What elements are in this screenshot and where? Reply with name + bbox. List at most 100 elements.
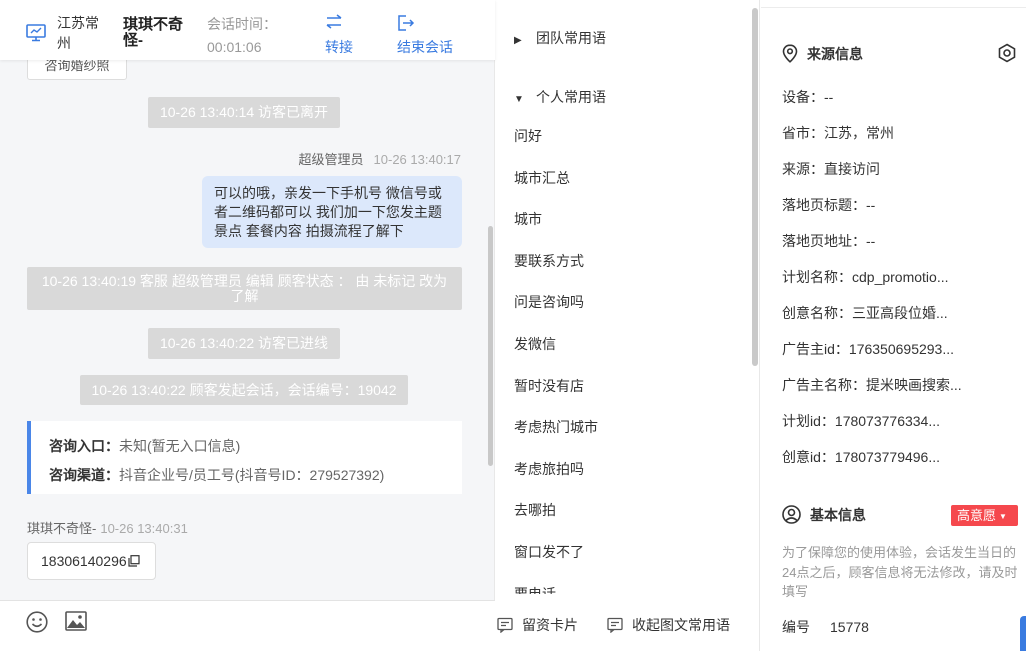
chat-scrollbar[interactable] — [488, 226, 493, 466]
system-note-visitor-online: 10-26 13:40:22 访客已进线 — [148, 328, 340, 359]
caret-down-icon: ▼ — [999, 512, 1007, 521]
copy-icon[interactable] — [128, 544, 140, 567]
source-info-title: 来源信息 — [782, 44, 863, 64]
phrase-item[interactable]: 城市 — [514, 199, 744, 241]
source-info-label: 来源信息 — [807, 46, 863, 62]
source-row-origin: 来源：直接访问 — [782, 151, 1022, 187]
system-note-session-start: 10-26 13:40:22 顾客发起会话，会话编号：19042 — [80, 375, 408, 405]
source-row-creative-id: 创意id：178073779496... — [782, 439, 1022, 475]
phrase-item[interactable]: 要联系方式 — [514, 241, 744, 283]
phrase-toolbar: 留资卡片 收起图文常用语 — [496, 600, 759, 651]
agent-message-bubble: 可以的哦，亲发一下手机号 微信号或者二维码都可以 我们加一下您发主题景点 套餐内… — [202, 176, 462, 248]
source-label: 省市： — [782, 125, 824, 141]
visitor-info-panel: 来源信息 设备：-- 省市：江苏，常州 来源：直接访问 落地页标题：-- 落地页… — [761, 0, 1026, 651]
phrase-scrollbar[interactable] — [752, 8, 758, 366]
customer-id-value: 15778 — [830, 619, 869, 635]
source-value: -- — [824, 89, 834, 105]
basic-info-title: 基本信息 — [782, 505, 866, 525]
collapse-phrases-label: 收起图文常用语 — [632, 617, 730, 633]
consult-channel-label: 咨询渠道： — [49, 467, 119, 483]
source-value: cdp_promotio... — [852, 269, 949, 285]
source-label: 广告主名称： — [782, 377, 866, 393]
phrase-item[interactable]: 窗口发不了 — [514, 532, 744, 574]
consult-channel-row: 咨询渠道：抖音企业号/员工号(抖音号ID：279527392) — [49, 461, 444, 490]
message-card-icon — [607, 617, 623, 634]
session-time-value: 00:01:06 — [207, 39, 262, 55]
phrase-item[interactable]: 问是咨询吗 — [514, 282, 744, 324]
source-label: 创意名称： — [782, 305, 852, 321]
phrase-item[interactable]: 要电话 — [514, 574, 744, 594]
message-card-icon — [497, 617, 513, 634]
visitor-phone-message: 18306140296 — [27, 542, 156, 580]
phrase-item[interactable]: 去哪拍 — [514, 490, 744, 532]
group-personal-phrases[interactable]: ▼ 个人常用语 — [514, 87, 606, 107]
system-note-status-change: 10-26 13:40:19 客服 超级管理员 编辑 顾客状态 ： 由 未标记 … — [27, 267, 462, 310]
agent-name: 超级管理员 — [298, 152, 364, 167]
source-row-advertiser-id: 广告主id：176350695293... — [782, 331, 1022, 367]
source-label: 创意id： — [782, 449, 835, 465]
intent-level-dropdown[interactable]: 高意愿 ▼ — [951, 505, 1018, 526]
edit-notice: 为了保障您的使用体验，会话发生当日的24点之后，顾客信息将无法修改，请及时填写 — [782, 545, 1018, 599]
source-row-plan-name: 计划名称：cdp_promotio... — [782, 259, 1022, 295]
quick-phrases-panel: ▶ 团队常用语 ▼ 个人常用语 问好 城市汇总 城市 要联系方式 问是咨询吗 发微信… — [496, 0, 760, 651]
agent-message-meta: 超级管理员 10-26 13:40:17 — [299, 149, 461, 168]
visitor-message-name: 琪琪不奇怪- — [27, 521, 97, 536]
phrase-item[interactable]: 问好 — [514, 116, 744, 158]
source-label: 落地页标题： — [782, 197, 866, 213]
source-value: 三亚高段位婚... — [852, 305, 948, 321]
emoji-icon[interactable] — [26, 611, 48, 633]
source-label: 计划名称： — [782, 269, 852, 285]
source-value: 178073776334... — [834, 413, 941, 429]
visitor-phone: 18306140296 — [41, 553, 127, 569]
source-value: 178073779496... — [834, 449, 941, 465]
transfer-label: 转接 — [325, 39, 353, 55]
group-team-phrases[interactable]: ▶ 团队常用语 — [514, 28, 606, 48]
consult-entry-label: 咨询入口： — [49, 438, 119, 454]
message-list[interactable]: 咨询婚纱照 10-26 13:40:14 访客已离开 超级管理员 10-26 13… — [0, 60, 495, 600]
monitor-icon — [26, 24, 46, 42]
phrase-item[interactable]: 发微信 — [514, 324, 744, 366]
source-value: -- — [866, 197, 876, 213]
phrase-item[interactable]: 暂时没有店 — [514, 366, 744, 408]
exit-icon — [398, 15, 415, 31]
end-session-label: 结束会话 — [397, 39, 453, 55]
consult-info-card: 咨询入口：未知(暂无入口信息) 咨询渠道：抖音企业号/员工号(抖音号ID：279… — [27, 421, 462, 494]
consult-entry-value: 未知(暂无入口信息) — [119, 438, 241, 454]
divider — [761, 7, 1026, 8]
chat-toolbar — [0, 600, 495, 651]
phrase-item[interactable]: 城市汇总 — [514, 158, 744, 200]
eye-icon[interactable] — [997, 43, 1017, 63]
location-pin-icon — [782, 44, 798, 63]
transfer-icon — [326, 14, 342, 29]
visitor-message-meta: 琪琪不奇怪- 10-26 13:40:31 — [27, 518, 188, 537]
user-circle-icon — [782, 505, 801, 524]
consult-entry-row: 咨询入口：未知(暂无入口信息) — [49, 432, 444, 461]
collapse-phrases-button[interactable]: 收起图文常用语 — [607, 615, 730, 635]
image-icon[interactable] — [65, 611, 87, 631]
phrase-item[interactable]: 考虑旅拍吗 — [514, 449, 744, 491]
side-float-tab[interactable] — [1020, 616, 1026, 651]
agent-message-time: 10-26 13:40:17 — [373, 152, 461, 167]
source-label: 计划id： — [782, 413, 835, 429]
source-row-device: 设备：-- — [782, 79, 1022, 115]
source-row-advertiser-name: 广告主名称：提米映画搜索... — [782, 367, 1022, 403]
phrase-item[interactable]: 考虑热门城市 — [514, 407, 744, 449]
phrase-list: 问好 城市汇总 城市 要联系方式 问是咨询吗 发微信 暂时没有店 考虑热门城市 … — [514, 116, 744, 594]
source-row-landing-title: 落地页标题：-- — [782, 187, 1022, 223]
transfer-button[interactable]: 转接 — [325, 12, 365, 56]
group-team-label: 团队常用语 — [536, 30, 606, 46]
source-value: 176350695293... — [848, 341, 955, 357]
source-row-creative-name: 创意名称：三亚高段位婚... — [782, 295, 1022, 331]
session-time-label: 会话时间： — [207, 16, 277, 32]
caret-down-icon: ▼ — [514, 94, 524, 105]
lead-card-label: 留资卡片 — [522, 617, 578, 633]
lead-card-button[interactable]: 留资卡片 — [497, 615, 578, 635]
source-row-city: 省市：江苏，常州 — [782, 115, 1022, 151]
source-row-landing-url: 落地页地址：-- — [782, 223, 1022, 259]
end-session-button[interactable]: 结束会话 — [397, 12, 467, 56]
basic-info-label: 基本信息 — [810, 507, 866, 523]
chat-header: 江苏常州 琪琪不奇怪- 会话时间： 00:01:06 转接 结束会话 — [0, 0, 495, 60]
consult-channel-value: 抖音企业号/员工号(抖音号ID：279527392) — [119, 467, 385, 483]
source-row-plan-id: 计划id：178073776334... — [782, 403, 1022, 439]
source-value: 直接访问 — [824, 161, 880, 177]
